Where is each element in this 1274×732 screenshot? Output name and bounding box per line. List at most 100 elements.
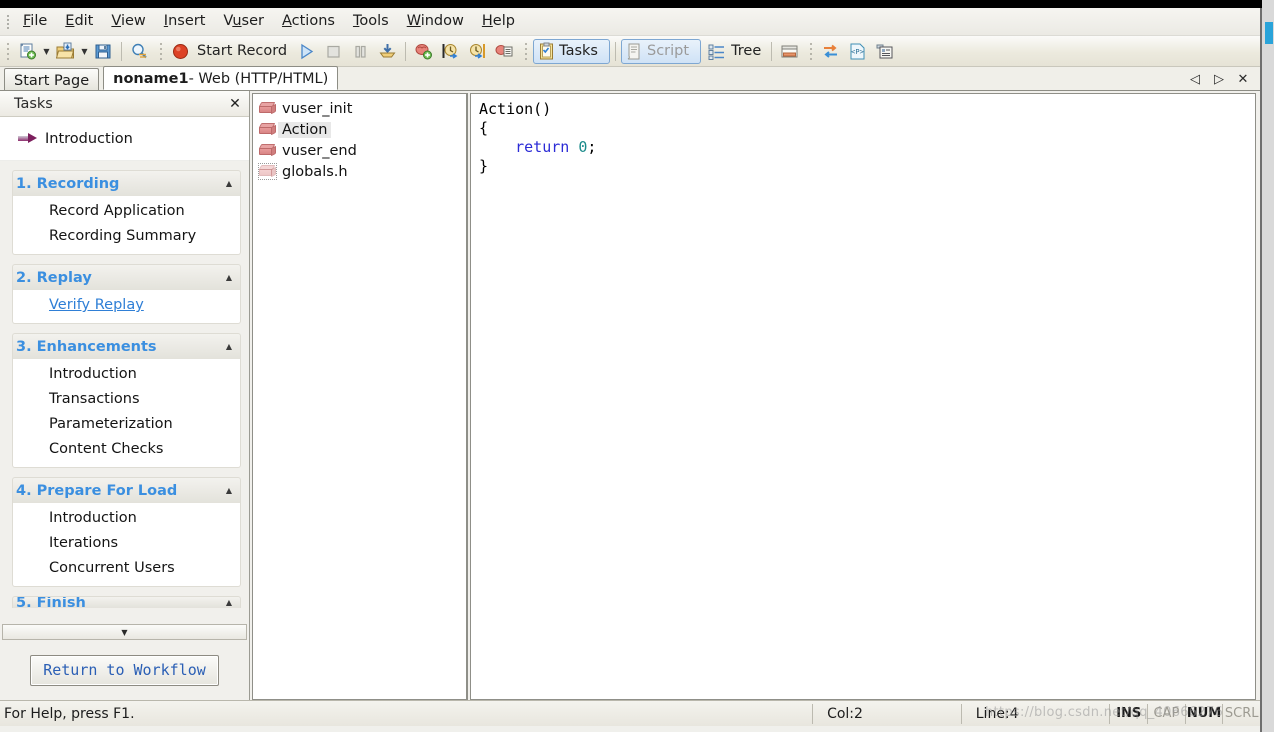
close-icon[interactable]: ✕ — [1236, 72, 1250, 87]
status-numlock-indicator: NUM — [1184, 703, 1223, 724]
rendezvous-button[interactable] — [492, 39, 517, 64]
tree-view-toggle[interactable] — [703, 39, 728, 64]
task-section-replay-header[interactable]: 2. Replay ▲ — [12, 264, 241, 290]
code-editor[interactable]: Action() { return 0; } — [470, 93, 1256, 700]
menu-actions[interactable]: Actions — [273, 10, 344, 33]
tab-noname1[interactable]: noname1 - Web (HTTP/HTML) — [103, 66, 339, 90]
task-item-verify-replay[interactable]: Verify Replay — [13, 293, 240, 318]
start-record-button[interactable] — [168, 39, 193, 64]
return-to-workflow-button[interactable]: Return to Workflow — [30, 654, 219, 686]
task-section-replay: 2. Replay ▲ Verify Replay — [12, 264, 241, 324]
task-item-parameterization[interactable]: Parameterization — [13, 412, 240, 437]
stop-square-icon — [327, 45, 340, 58]
end-transaction-button[interactable] — [465, 39, 490, 64]
code-editor-pane: Action() { return 0; } — [468, 91, 1260, 700]
task-item-enh-introduction[interactable]: Introduction — [13, 362, 240, 387]
parameter-page-icon: <P> — [850, 43, 865, 59]
new-script-button[interactable] — [15, 39, 40, 64]
menu-window-rest: indow — [420, 13, 464, 29]
task-section-prepare-for-load: 4. Prepare For Load ▲ Introduction Itera… — [12, 477, 241, 587]
toolbar-separator-4 — [771, 41, 773, 61]
tree-node-globals-h[interactable]: globals.h — [255, 161, 466, 182]
chevron-up-icon[interactable]: ▲ — [226, 273, 232, 282]
code-token-indent — [479, 138, 515, 156]
menu-insert-rest: nsert — [168, 13, 206, 29]
swap-steps-button[interactable] — [818, 39, 843, 64]
pause-button[interactable] — [348, 39, 373, 64]
task-item-transactions[interactable]: Transactions — [13, 387, 240, 412]
download-button[interactable] — [375, 39, 400, 64]
tree-node-vuser-init-label: vuser_init — [282, 100, 353, 117]
save-floppy-icon — [95, 44, 111, 58]
tasks-pane: Tasks ✕ Introduction 1. Recording ▲ Reco… — [0, 91, 250, 700]
toolbar-grip-views[interactable] — [522, 40, 530, 62]
nav-back-icon[interactable]: ◁ — [1188, 72, 1202, 87]
script-document-icon — [627, 43, 640, 59]
task-item-concurrent-users[interactable]: Concurrent Users — [13, 556, 240, 581]
task-item-iterations[interactable]: Iterations — [13, 531, 240, 556]
toolbar-grip-extras[interactable] — [807, 40, 815, 62]
chevron-up-icon[interactable]: ▲ — [226, 179, 232, 188]
tasks-scroll-down-button[interactable]: ▼ — [2, 624, 247, 640]
menu-edit[interactable]: Edit — [56, 10, 102, 33]
menu-actions-rest: ctions — [291, 13, 335, 29]
status-column-indicator: Col:2 — [812, 703, 961, 724]
swap-arrows-icon — [824, 44, 838, 58]
task-section-finish-header[interactable]: 5. Finish ▲ — [12, 596, 241, 608]
tree-node-vuser-end[interactable]: vuser_end — [255, 140, 466, 161]
task-section-prepare-for-load-header[interactable]: 4. Prepare For Load ▲ — [12, 477, 241, 503]
tasks-pane-close-icon[interactable]: ✕ — [227, 97, 243, 111]
menu-tools[interactable]: Tools — [344, 10, 398, 33]
output-window-button[interactable] — [777, 39, 802, 64]
snapshot-button[interactable] — [872, 39, 897, 64]
task-introduction-row[interactable]: Introduction — [0, 117, 249, 161]
chevron-up-icon[interactable]: ▲ — [226, 598, 232, 607]
save-button[interactable] — [91, 39, 116, 64]
menu-file[interactable]: File — [14, 10, 56, 33]
tab-strip-controls: ◁ ▷ ✕ — [1188, 68, 1260, 90]
menu-insert[interactable]: Insert — [155, 10, 215, 33]
rendezvous-icon — [495, 44, 513, 56]
task-item-recording-summary[interactable]: Recording Summary — [13, 224, 240, 249]
toolbar-separator-2 — [405, 41, 407, 61]
task-section-enhancements-header[interactable]: 3. Enhancements ▲ — [12, 333, 241, 359]
menu-window[interactable]: Window — [398, 10, 473, 33]
code-token-function-name: Action() — [479, 100, 552, 118]
add-transaction-button[interactable] — [411, 39, 436, 64]
nav-forward-icon[interactable]: ▷ — [1212, 72, 1226, 87]
parameter-list-button[interactable]: <P> — [845, 39, 870, 64]
desktop-accent-block — [1265, 22, 1273, 44]
chevron-up-icon[interactable]: ▲ — [226, 486, 232, 495]
task-section-replay-body: Verify Replay — [12, 290, 241, 324]
workspace: Tasks ✕ Introduction 1. Recording ▲ Reco… — [0, 91, 1260, 700]
tab-start-page-label: Start Page — [14, 72, 90, 89]
menu-help[interactable]: Help — [473, 10, 524, 33]
script-view-toggle[interactable]: Script — [621, 38, 702, 64]
tree-node-vuser-init[interactable]: vuser_init — [255, 98, 466, 119]
tasks-view-toggle[interactable]: Tasks — [533, 38, 610, 64]
status-insert-indicator: INS — [1109, 703, 1147, 724]
stop-button[interactable] — [321, 39, 346, 64]
menu-drag-grip[interactable] — [3, 13, 12, 31]
zoom-script-button[interactable] — [127, 39, 152, 64]
tree-node-action[interactable]: Action — [255, 119, 466, 140]
new-script-dropdown-arrow[interactable]: ▼ — [41, 39, 52, 64]
tab-noname1-label: noname1 — [113, 70, 189, 87]
tab-start-page[interactable]: Start Page — [4, 68, 100, 90]
task-item-content-checks[interactable]: Content Checks — [13, 437, 240, 462]
chevron-up-icon[interactable]: ▲ — [226, 342, 232, 351]
task-section-enhancements-body: Introduction Transactions Parameterizati… — [12, 359, 241, 468]
run-button[interactable] — [294, 39, 319, 64]
menu-view[interactable]: View — [102, 10, 154, 33]
task-item-record-application[interactable]: Record Application — [13, 199, 240, 224]
task-section-recording-header[interactable]: 1. Recording ▲ — [12, 170, 241, 196]
start-transaction-button[interactable] — [438, 39, 463, 64]
toolbar-grip-file[interactable] — [4, 40, 12, 62]
open-script-button[interactable] — [53, 39, 78, 64]
menu-vuser[interactable]: Vuser — [214, 10, 273, 33]
application-window: File Edit View Insert Vuser Actions Tool… — [0, 8, 1262, 732]
tasks-clipboard-icon — [540, 42, 554, 59]
task-item-load-introduction[interactable]: Introduction — [13, 506, 240, 531]
toolbar-grip-record[interactable] — [157, 40, 165, 62]
open-script-dropdown-arrow[interactable]: ▼ — [79, 39, 90, 64]
